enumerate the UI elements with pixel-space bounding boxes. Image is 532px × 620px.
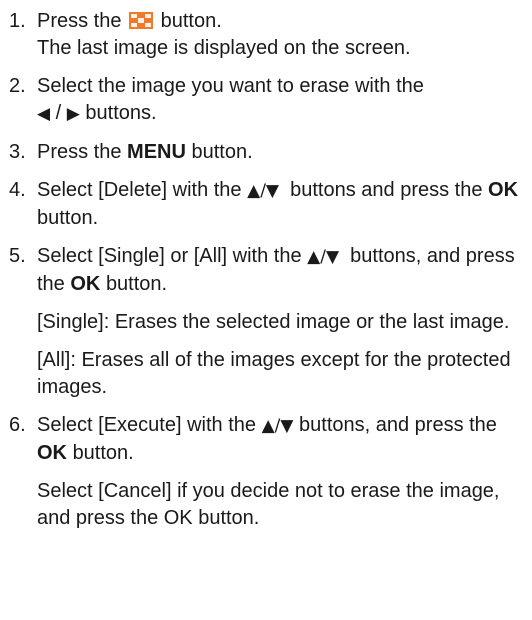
step-text-after: button.	[191, 141, 253, 163]
step-6: 6. Select [Execute] with the ▲/▼ buttons…	[9, 412, 522, 532]
step-text-main: Select the image you want to erase with …	[37, 75, 424, 97]
menu-button-label: MENU	[127, 141, 186, 163]
step-text-mid: buttons, and press the	[299, 414, 497, 436]
step-5: 5. Select [Single] or [All] with the ▲/▼…	[9, 243, 522, 401]
step-text-after: button.	[160, 10, 222, 32]
step-text-after: button.	[37, 207, 99, 229]
step-1: 1. Press the button. The last image is di…	[9, 8, 522, 62]
step-text: Select the image you want to erase with …	[37, 73, 522, 128]
step-3: 3. Press the MENU button.	[9, 139, 522, 166]
step-text: Press the button. The last image is displ…	[37, 8, 522, 62]
up-down-arrows-icon: ▲/▼	[261, 416, 294, 436]
step-text-before: Select [Single] or [All] with the	[37, 245, 302, 267]
step-note-all: [All]: Erases all of the images except f…	[37, 349, 511, 398]
step-text: Press the MENU button.	[37, 139, 522, 166]
step-text: Select [Execute] with the ▲/▼ buttons, a…	[37, 412, 522, 467]
ok-button-label: OK	[70, 273, 101, 295]
instruction-page: 1. Press the button. The last image is di…	[0, 0, 532, 620]
left-arrow-icon: ◀	[37, 104, 51, 124]
step-number: 1.	[9, 10, 26, 32]
ok-button-label: OK	[37, 442, 67, 464]
playback-button-icon	[129, 12, 154, 29]
step-number: 6.	[9, 414, 26, 436]
step-text-before: Select [Delete] with the	[37, 179, 242, 201]
step-note-cancel: Select [Cancel] if you decide not to era…	[37, 480, 500, 529]
slash: /	[55, 102, 62, 124]
up-down-arrows-icon: ▲/▼	[247, 181, 279, 201]
step-text-mid: buttons and press the	[290, 179, 483, 201]
ok-button-label: OK	[488, 179, 519, 201]
step-text: Select [Delete] with the ▲/▼ buttons and…	[37, 177, 522, 232]
up-down-arrows-icon: ▲/▼	[307, 247, 340, 267]
step-text-after: button.	[105, 273, 168, 295]
step-note-single: [Single]: Erases the selected image or t…	[37, 311, 510, 333]
step-text-line2: The last image is displayed on the scree…	[37, 37, 411, 59]
step-number: 3.	[9, 141, 26, 163]
step-text-before: Press the	[37, 141, 122, 163]
step-text: Select [Single] or [All] with the ▲/▼ bu…	[37, 243, 522, 298]
right-arrow-icon: ▶	[66, 104, 80, 124]
step-number: 5.	[9, 245, 26, 267]
step-2: 2. Select the image you want to erase wi…	[9, 73, 522, 128]
step-text-after: button.	[72, 442, 134, 464]
step-text-before: Press the	[37, 10, 122, 32]
step-4: 4. Select [Delete] with the ▲/▼ buttons …	[9, 177, 522, 232]
step-text-after: buttons.	[85, 102, 157, 124]
step-number: 2.	[9, 75, 26, 97]
step-number: 4.	[9, 179, 26, 201]
step-text-before: Select [Execute] with the	[37, 414, 257, 436]
